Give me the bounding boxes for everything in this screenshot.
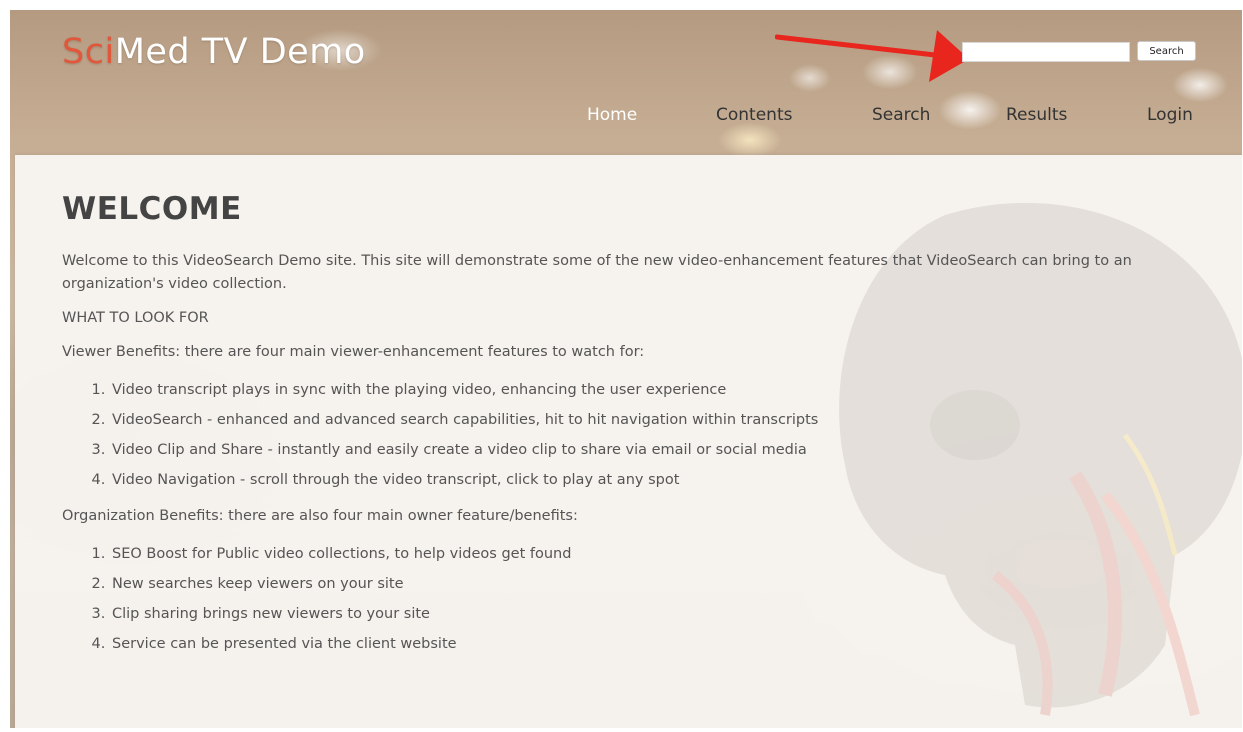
viewer-benefits-intro: Viewer Benefits: there are four main vie… [62,344,645,360]
logo-accent-text: Sci [62,32,115,72]
content-panel: WELCOME Welcome to this VideoSearch Demo… [15,155,1242,728]
list-item: Service can be presented via the client … [110,629,1212,659]
annotation-arrow-icon [775,30,969,82]
what-to-look-for-heading: WHAT TO LOOK FOR [62,310,209,326]
welcome-article: WELCOME Welcome to this VideoSearch Demo… [62,191,1212,669]
page-frame: SciMed TV Demo Search Home Contents Sear… [10,10,1242,728]
nav-item-results[interactable]: Results [1006,105,1067,125]
organization-benefits-intro: Organization Benefits: there are also fo… [62,508,578,524]
list-item: VideoSearch - enhanced and advanced sear… [110,405,1212,435]
search-input[interactable] [962,42,1130,62]
organization-benefits-list: SEO Boost for Public video collections, … [62,539,1212,659]
logo-main-text: Med TV Demo [114,32,366,72]
list-item: Video Navigation - scroll through the vi… [110,465,1212,495]
list-item: Clip sharing brings new viewers to your … [110,599,1212,629]
list-item: Video transcript plays in sync with the … [110,375,1212,405]
site-header: SciMed TV Demo Search Home Contents Sear… [10,10,1242,155]
page-title: WELCOME [62,191,242,227]
list-item: New searches keep viewers on your site [110,569,1212,599]
nav-item-search[interactable]: Search [872,105,930,125]
nav-item-login[interactable]: Login [1147,105,1193,125]
nav-item-home[interactable]: Home [587,105,637,125]
intro-paragraph: Welcome to this VideoSearch Demo site. T… [62,253,1132,292]
viewer-benefits-list: Video transcript plays in sync with the … [62,375,1212,495]
list-item: Video Clip and Share - instantly and eas… [110,435,1212,465]
search-button[interactable]: Search [1137,41,1196,61]
site-logo[interactable]: SciMed TV Demo [62,32,366,72]
list-item: SEO Boost for Public video collections, … [110,539,1212,569]
nav-item-contents[interactable]: Contents [716,105,792,125]
main-nav: Home Contents Search Results Login [10,105,1242,129]
